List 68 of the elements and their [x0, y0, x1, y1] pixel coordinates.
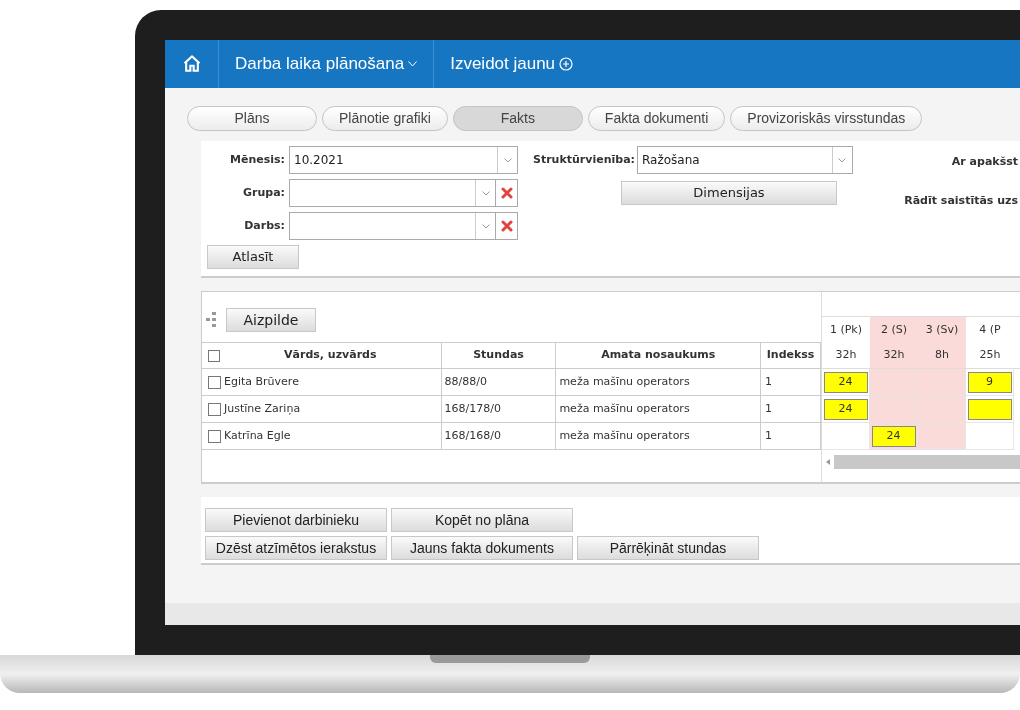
dropdown-field[interactable]: Ražošana — [636, 146, 853, 174]
create-new-link[interactable]: Izveidot jaunu — [434, 40, 590, 88]
row-checkbox[interactable] — [208, 429, 221, 443]
row-checkbox[interactable] — [208, 375, 221, 389]
day-hours: 32h — [870, 343, 918, 368]
option-label: Rādīt saistītās uzs — [904, 192, 1018, 209]
clear-icon[interactable] — [496, 212, 518, 240]
table-cell: 1 — [761, 423, 821, 449]
module-menu[interactable]: Darba laika plānošana — [219, 40, 435, 88]
table-cell: 168/168/0 — [441, 423, 557, 449]
action-button[interactable]: Pārrēķināt stundas — [577, 536, 759, 560]
tab[interactable]: Plānotie grafiki — [322, 106, 448, 131]
fill-button[interactable]: Aizpilde — [226, 308, 316, 332]
shift-bar[interactable]: 24 — [823, 371, 868, 393]
tree-icon — [206, 312, 218, 328]
table-cell: meža mašīnu operators — [556, 369, 762, 395]
dropdown-field[interactable] — [289, 212, 496, 240]
day-hours: 25h — [978, 347, 1002, 364]
table-cell-text: Katrīna Egle — [224, 427, 291, 444]
select-all-checkbox[interactable] — [208, 349, 220, 362]
field-label: Struktūrvienība: — [533, 151, 636, 168]
dropdown-caret-icon — [481, 223, 490, 229]
day-header: 4 (P — [978, 321, 1002, 338]
scroll-left-icon[interactable] — [826, 459, 830, 465]
tab[interactable]: Fakta dokumenti — [587, 106, 726, 131]
table-cell-text: Justīne Zariņa — [224, 400, 301, 417]
field-label: Grupa: — [242, 184, 286, 201]
shift-bar[interactable]: 24 — [823, 398, 868, 420]
option-label: Ar apakšst — [951, 154, 1018, 170]
table-cell: 88/88/0 — [441, 369, 557, 395]
field-label: Mēnesis: — [229, 151, 286, 168]
shift-bar[interactable]: 24 — [871, 425, 916, 447]
table-cell: meža mašīnu operators — [556, 396, 762, 422]
table-cell: 1 — [761, 396, 821, 422]
day-header: 3 (Sv) — [918, 317, 966, 343]
action-button[interactable]: Jauns fakta dokuments — [391, 536, 573, 560]
select-button[interactable]: Atlasīt — [207, 245, 299, 269]
day-header: 2 (S) — [870, 317, 918, 343]
tab[interactable]: Plāns — [187, 106, 317, 131]
dropdown-caret-icon — [503, 157, 512, 163]
action-button[interactable]: Dzēst atzīmētos ierakstus — [205, 536, 387, 560]
row-checkbox[interactable] — [208, 402, 221, 416]
dropdown-caret-icon — [481, 190, 490, 196]
tab[interactable]: Provizoriskās virsstundas — [730, 106, 923, 131]
tab[interactable]: Fakts — [452, 106, 583, 131]
column-header: Vārds, uzvārds — [283, 347, 378, 364]
day-hours: 32h — [834, 347, 858, 364]
dropdown-field[interactable]: 10.2021 — [289, 146, 518, 174]
horizontal-scrollbar[interactable] — [834, 455, 1020, 469]
column-header: Amata nosaukums — [556, 343, 762, 368]
chevron-down-icon — [408, 61, 418, 67]
plus-circle-icon — [559, 57, 574, 71]
day-header: 1 (Pk) — [828, 321, 864, 338]
table-cell: 168/178/0 — [441, 396, 557, 422]
shift-bar[interactable]: 9 — [967, 371, 1012, 393]
clear-icon[interactable] — [496, 179, 518, 207]
action-button[interactable]: Pievienot darbinieku — [205, 508, 387, 532]
day-hours: 8h — [918, 343, 966, 368]
table-cell: meža mašīnu operators — [556, 423, 762, 449]
table-cell: 1 — [761, 369, 821, 395]
action-button[interactable]: Kopēt no plāna — [391, 508, 573, 532]
dropdown-field[interactable] — [289, 179, 496, 207]
table-cell-text: Egita Brūvere — [224, 373, 299, 390]
dimensions-button[interactable]: Dimensijas — [621, 181, 837, 205]
field-label: Darbs: — [243, 217, 286, 234]
column-header: Indekss — [761, 343, 821, 368]
column-header: Stundas — [441, 343, 557, 368]
dropdown-caret-icon — [838, 157, 847, 163]
